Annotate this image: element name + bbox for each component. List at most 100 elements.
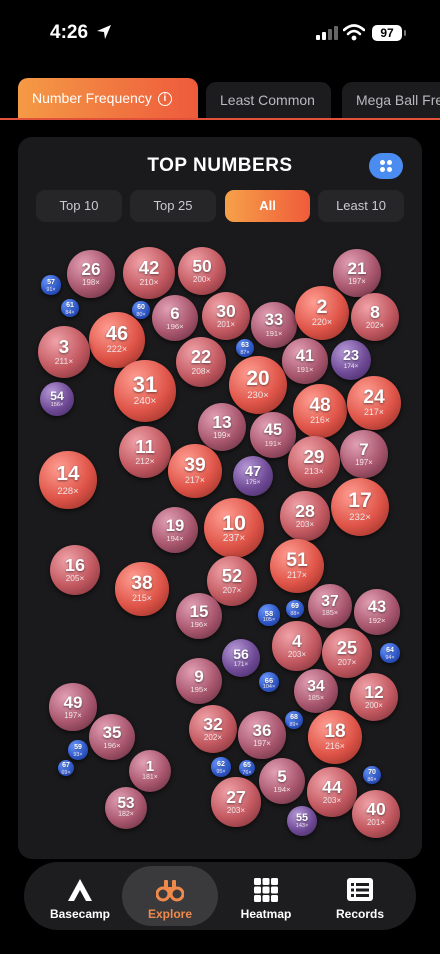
bubble-count: 182× bbox=[118, 811, 134, 819]
number-bubble[interactable]: 59 93× bbox=[68, 740, 88, 760]
nav-basecamp[interactable]: Basecamp bbox=[32, 866, 128, 926]
number-bubble[interactable]: 62 95× bbox=[211, 757, 231, 777]
number-bubble[interactable]: 5 194× bbox=[258, 757, 306, 805]
bubble-count: 200× bbox=[193, 274, 211, 284]
nav-label: Basecamp bbox=[49, 907, 111, 921]
bubble-count: 87× bbox=[240, 349, 250, 356]
number-bubble[interactable]: 38 215× bbox=[115, 562, 169, 616]
number-bubble[interactable]: 65 76× bbox=[238, 759, 256, 777]
number-bubble[interactable]: 14 228× bbox=[39, 451, 97, 509]
number-bubble[interactable]: 61 84× bbox=[60, 298, 80, 318]
number-bubble[interactable]: 58 105× bbox=[258, 604, 280, 626]
number-bubble[interactable]: 25 207× bbox=[321, 627, 373, 679]
number-bubble[interactable]: 12 200× bbox=[349, 672, 399, 722]
bubble-count: 195× bbox=[190, 684, 208, 694]
bubble-count: 217× bbox=[185, 475, 205, 486]
number-bubble[interactable]: 19 194× bbox=[151, 506, 199, 554]
number-bubble[interactable]: 39 217× bbox=[168, 444, 222, 498]
number-bubble[interactable]: 34 185× bbox=[294, 669, 338, 713]
bubble-number: 46 bbox=[105, 323, 129, 346]
number-bubble[interactable]: 57 91× bbox=[41, 275, 61, 295]
number-bubble[interactable]: 21 197× bbox=[333, 249, 381, 297]
bubble-count: 89× bbox=[289, 721, 299, 728]
number-bubble[interactable]: 3 211× bbox=[38, 326, 90, 378]
number-bubble[interactable]: 4 203× bbox=[272, 621, 322, 671]
number-bubble[interactable]: 35 196× bbox=[88, 713, 136, 761]
number-bubble[interactable]: 54 156× bbox=[39, 381, 75, 417]
number-bubble[interactable]: 2 220× bbox=[294, 285, 350, 341]
number-bubble[interactable]: 33 191× bbox=[251, 302, 297, 348]
number-bubble[interactable]: 1 181× bbox=[128, 749, 172, 793]
number-bubble[interactable]: 17 232× bbox=[330, 477, 390, 537]
number-bubble[interactable]: 37 185× bbox=[308, 584, 352, 628]
nav-heatmap[interactable]: Heatmap bbox=[218, 866, 314, 926]
number-bubble[interactable]: 47 175× bbox=[232, 455, 274, 497]
number-bubble[interactable]: 67 69× bbox=[58, 760, 74, 776]
number-bubble[interactable]: 48 216× bbox=[293, 384, 347, 438]
bubble-number: 10 bbox=[221, 509, 247, 535]
number-bubble[interactable]: 15 196× bbox=[175, 592, 223, 640]
number-bubble[interactable]: 69 88× bbox=[285, 599, 305, 619]
number-bubble[interactable]: 63 87× bbox=[235, 338, 255, 358]
bubble-count: 203× bbox=[295, 519, 315, 529]
number-bubble[interactable]: 28 203× bbox=[280, 491, 330, 541]
bubble-count: 94× bbox=[385, 654, 395, 661]
number-bubble[interactable]: 31 240× bbox=[114, 360, 176, 422]
number-bubble[interactable]: 16 205× bbox=[50, 545, 100, 595]
bubble-number: 68 bbox=[290, 714, 298, 722]
number-bubble[interactable]: 11 212× bbox=[118, 425, 172, 479]
number-bubble[interactable]: 8 202× bbox=[350, 292, 400, 342]
bubble-count: 230× bbox=[247, 389, 269, 401]
bubble-number: 60 bbox=[137, 304, 145, 312]
nav-label: Explore bbox=[147, 907, 192, 921]
bubble-count: 207× bbox=[222, 584, 242, 595]
number-bubble[interactable]: 24 217× bbox=[347, 376, 401, 430]
bubble-number: 27 bbox=[226, 786, 246, 807]
number-bubble[interactable]: 55 143× bbox=[287, 806, 317, 836]
number-bubble[interactable]: 7 197× bbox=[340, 430, 388, 478]
number-bubble[interactable]: 64 94× bbox=[380, 643, 400, 663]
number-bubble[interactable]: 56 171× bbox=[221, 638, 261, 678]
number-bubble[interactable]: 18 216× bbox=[308, 710, 362, 764]
number-bubble[interactable]: 22 208× bbox=[175, 336, 227, 388]
bubble-number: 1 bbox=[145, 758, 155, 776]
number-bubble[interactable]: 43 192× bbox=[354, 589, 400, 635]
bubble-number: 65 bbox=[243, 762, 251, 770]
bubble-count: 197× bbox=[355, 457, 373, 467]
number-bubble[interactable]: 60 80× bbox=[132, 301, 150, 319]
number-bubble[interactable]: 13 199× bbox=[198, 403, 246, 451]
number-bubble[interactable]: 70 86× bbox=[362, 765, 382, 785]
number-bubble[interactable]: 6 196× bbox=[151, 294, 199, 342]
bubble-number: 18 bbox=[324, 720, 346, 742]
number-bubble[interactable]: 26 198× bbox=[67, 250, 115, 298]
number-bubble[interactable]: 66 104× bbox=[258, 671, 280, 693]
bubble-number: 45 bbox=[263, 421, 283, 440]
bubble-count: 194× bbox=[166, 533, 184, 543]
number-bubble[interactable]: 44 203× bbox=[307, 767, 357, 817]
number-bubble[interactable]: 23 174× bbox=[331, 340, 371, 380]
number-bubble[interactable]: 51 217× bbox=[270, 539, 324, 593]
nav-explore[interactable]: Explore bbox=[122, 866, 218, 926]
number-bubble[interactable]: 32 202× bbox=[188, 704, 238, 754]
number-bubble[interactable]: 68 89× bbox=[284, 710, 304, 730]
bubble-count: 203× bbox=[287, 649, 307, 659]
number-bubble[interactable]: 27 203× bbox=[211, 777, 261, 827]
number-bubble[interactable]: 29 213× bbox=[287, 435, 341, 489]
number-bubble[interactable]: 50 200× bbox=[177, 246, 227, 296]
number-bubble[interactable]: 30 201× bbox=[201, 291, 251, 341]
number-bubble[interactable]: 42 210× bbox=[123, 247, 175, 299]
number-bubble[interactable]: 36 197× bbox=[238, 711, 286, 759]
bubble-count: 191× bbox=[265, 328, 283, 338]
number-bubble[interactable]: 46 222× bbox=[89, 312, 145, 368]
bubble-count: 208× bbox=[191, 366, 211, 377]
number-bubble[interactable]: 41 191× bbox=[282, 338, 328, 384]
number-bubble[interactable]: 40 201× bbox=[351, 789, 401, 839]
bubble-count: 91× bbox=[46, 286, 56, 293]
bubble-chart: 26 198× 42 210× 50 200× 21 197× 57 91× 61 84× 60 80× 6… bbox=[0, 0, 440, 954]
nav-records[interactable]: Records bbox=[312, 866, 408, 926]
number-bubble[interactable]: 53 182× bbox=[104, 786, 148, 830]
number-bubble[interactable]: 20 230× bbox=[229, 356, 287, 414]
bubble-number: 7 bbox=[359, 439, 369, 459]
number-bubble[interactable]: 10 237× bbox=[203, 497, 265, 559]
number-bubble[interactable]: 9 195× bbox=[175, 657, 223, 705]
